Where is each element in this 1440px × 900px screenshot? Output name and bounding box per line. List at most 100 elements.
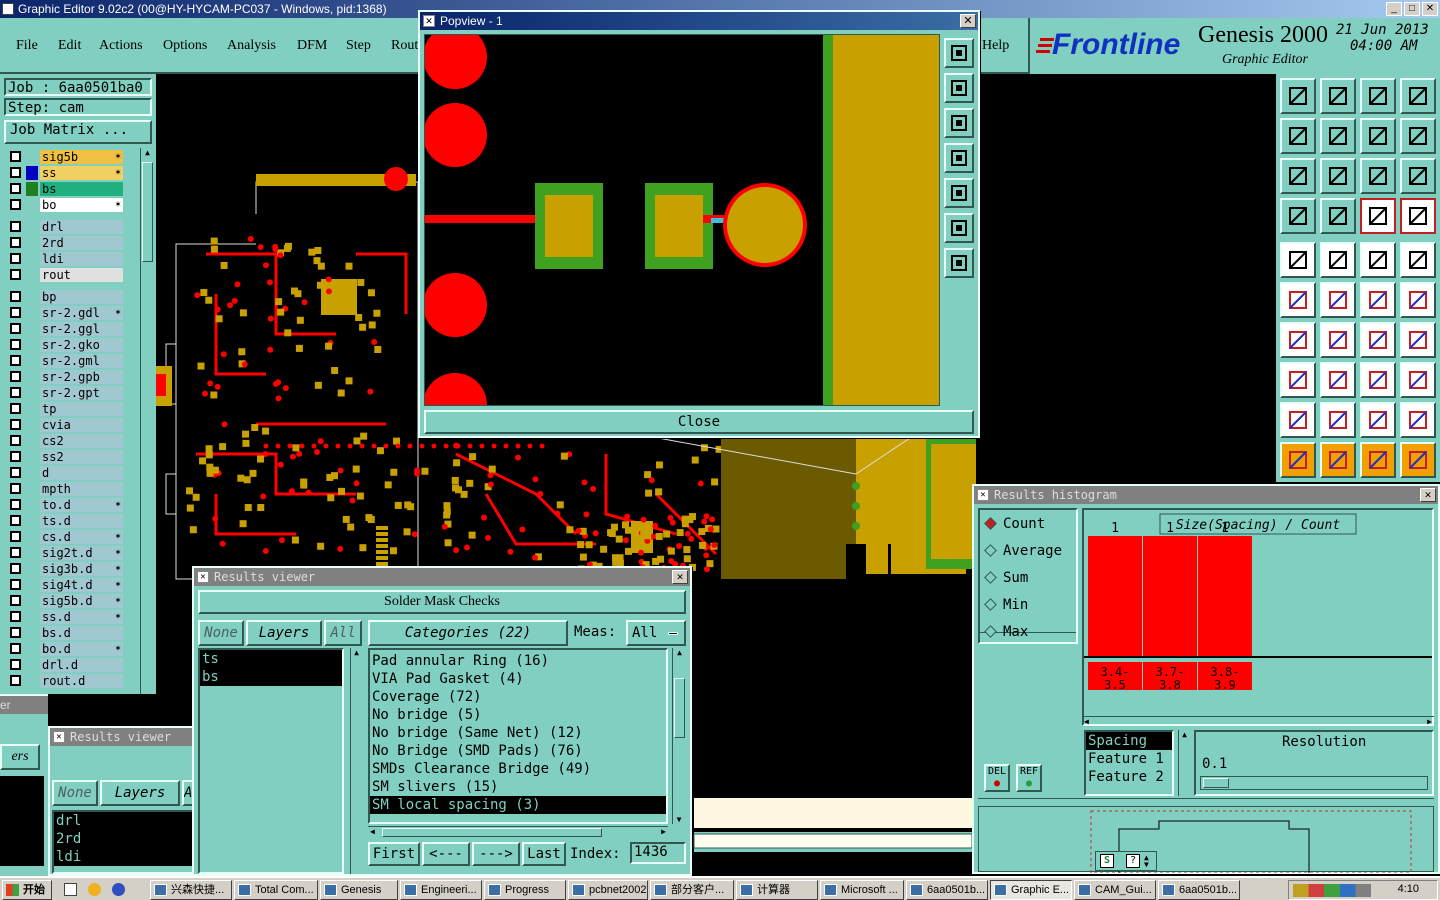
layer-name[interactable]: sig5b [40,150,123,164]
taskbar-item[interactable]: 6aa0501b... [906,880,988,900]
triangle-a-icon[interactable] [1280,402,1316,438]
layer-name[interactable]: sig2t.d [40,546,123,560]
layer-name[interactable]: tp [40,402,123,416]
layer-checkbox[interactable] [10,269,21,280]
layer-name[interactable]: bp [40,290,123,304]
minimize-button[interactable]: _ [1386,2,1402,16]
layer-checkbox[interactable] [10,643,21,654]
layer-checkbox[interactable] [10,307,21,318]
mode-radio-max[interactable]: Max [984,624,1028,642]
point-to-point-icon[interactable] [1360,282,1396,318]
mode-radio-sum[interactable]: Sum [984,570,1028,588]
layer-name[interactable]: sr-2.gpt [40,386,123,400]
layer-checkbox[interactable] [10,659,21,670]
close-window-button[interactable]: ✕ [1422,2,1438,16]
snap-icon[interactable]: S [1100,854,1114,868]
category-item[interactable]: Pad annular Ring (16) [370,652,666,670]
pointer-edit-icon[interactable] [1400,442,1436,478]
layer-row[interactable]: sr-2.ggl [8,322,123,336]
zoom-fit-icon[interactable] [1280,158,1316,194]
meas-select[interactable]: All [626,620,686,646]
layer-checkbox[interactable] [10,627,21,638]
menu-analysis[interactable]: Analysis [227,38,276,54]
pan-left-icon[interactable] [1280,118,1316,154]
taskbar-item[interactable]: Engineeri... [400,880,482,900]
category-item[interactable]: No bridge (5) [370,706,666,724]
home-icon[interactable] [1360,78,1396,114]
rv2-layer-item[interactable]: ldi [54,848,192,866]
zoom-in-icon[interactable] [944,73,974,103]
popview-close-button[interactable]: Close [424,410,974,434]
layer-row[interactable]: ss2 [8,450,123,464]
layer-name[interactable]: ts.d [40,514,123,528]
net-select-icon[interactable] [1360,198,1396,234]
layer-name[interactable]: sr-2.ggl [40,322,123,336]
layer-row[interactable]: ss ✶ [8,166,123,180]
layer-row[interactable]: ts.d [8,514,123,528]
menu-step[interactable]: Step [346,38,371,54]
first-button[interactable]: First [368,842,420,866]
taskbar-item[interactable]: 计算器 [736,880,818,900]
layer-row[interactable]: tp [8,402,123,416]
pan-right-icon[interactable] [1320,118,1356,154]
taskbar-item[interactable]: 6aa0501b... [1158,880,1240,900]
tray-icons[interactable] [1293,884,1371,897]
circle-fill-icon[interactable] [1400,242,1436,278]
cross-icon[interactable] [1320,282,1356,318]
layer-name[interactable]: sig3b.d [40,562,123,576]
layer-name[interactable]: sig5b.d [40,594,123,608]
layer-row[interactable]: bs.d [8,626,123,640]
layer-name[interactable]: drl.d [40,658,123,672]
layer-checkbox[interactable] [10,355,21,366]
layer-checkbox[interactable] [10,675,21,686]
maximize-button[interactable]: □ [1404,2,1420,16]
menu-rout[interactable]: Rout [391,38,418,54]
layer-row[interactable]: bo ✶ [8,198,123,212]
layer-checkbox[interactable] [10,291,21,302]
layer-name[interactable]: ss.d [40,610,123,624]
split-view-icon[interactable] [1400,78,1436,114]
layer-name[interactable]: rout [40,268,123,282]
layer-name[interactable]: drl [40,220,123,234]
point-add-icon[interactable] [1400,282,1436,318]
start-button[interactable]: 开始 [2,880,52,900]
snap-fit-icon[interactable] [1400,322,1436,358]
layer-checkbox[interactable] [10,167,21,178]
layer-row[interactable]: rout.d [8,674,123,688]
taskbar-item[interactable]: 部分客户... [650,880,734,900]
layer-checkbox[interactable] [10,323,21,334]
menu-options[interactable]: Options [163,38,207,54]
arc-icon[interactable] [1360,322,1396,358]
category-item[interactable]: VIA Pad Gasket (4) [370,670,666,688]
resolution-slider[interactable] [1200,776,1428,790]
fit-all-icon[interactable] [944,248,974,278]
route-icon[interactable] [1400,118,1436,154]
taskbar-item[interactable]: Graphic E... [990,880,1072,900]
screen-bottom-icon[interactable] [1320,78,1356,114]
layer-checkbox[interactable] [10,253,21,264]
layer-checkbox[interactable] [10,595,21,606]
previous-button[interactable]: <--- [422,842,470,866]
taskbar-item[interactable]: pcbnet2002 [568,880,648,900]
desktop-icon[interactable] [64,883,77,896]
layer-checkbox[interactable] [10,499,21,510]
layer-row[interactable]: drl [8,220,123,234]
del-button[interactable]: DEL ● [984,764,1010,792]
layer-row[interactable]: rout [8,268,123,282]
layer-checkbox[interactable] [10,403,21,414]
feature-2-field[interactable]: Feature 2 [1086,768,1172,786]
layer-checkbox[interactable] [10,419,21,430]
layer-checkbox[interactable] [10,563,21,574]
pointer-select-icon[interactable] [1320,442,1356,478]
layer-checkbox[interactable] [10,237,21,248]
all-button[interactable]: All [324,620,362,646]
rv2-none-button[interactable]: None [52,780,98,806]
spacing-field[interactable]: Spacing [1086,732,1172,750]
taskbar-item[interactable]: Genesis [320,880,398,900]
none-button[interactable]: None [198,620,244,646]
results-viewer-close-icon[interactable]: ✕ [672,570,688,584]
menu-dfm[interactable]: DFM [297,38,327,54]
layer-row[interactable]: bs [8,182,123,196]
scale-1-2-icon[interactable] [1360,158,1396,194]
layer-result-item[interactable]: ts [200,650,342,668]
